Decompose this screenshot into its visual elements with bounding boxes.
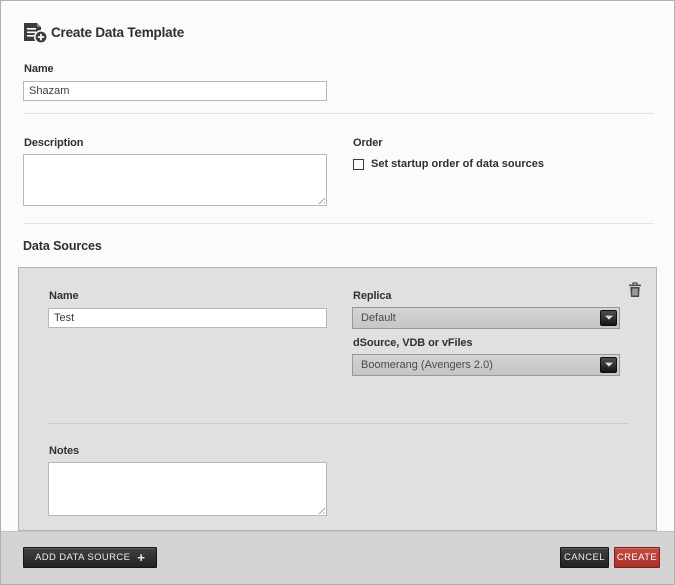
description-textarea-wrap (23, 154, 327, 206)
dsource-dropdown[interactable]: Boomerang (Avengers 2.0) (352, 354, 620, 376)
add-data-source-label: ADD DATA SOURCE (35, 552, 130, 563)
dialog-footer: ADD DATA SOURCE + CANCEL CREATE (1, 531, 674, 585)
divider (48, 423, 629, 424)
add-data-source-button[interactable]: ADD DATA SOURCE + (23, 547, 157, 568)
replica-label: Replica (353, 290, 391, 302)
order-checkbox[interactable] (353, 159, 364, 170)
create-button[interactable]: CREATE (614, 547, 660, 568)
notes-textarea-wrap (48, 462, 327, 516)
replica-selected-value: Default (361, 308, 396, 328)
dsource-label: dSource, VDB or vFiles (353, 337, 472, 349)
replica-dropdown[interactable]: Default (352, 307, 620, 329)
source-name-input[interactable] (48, 308, 327, 328)
divider (23, 223, 654, 224)
chevron-down-icon[interactable] (600, 310, 617, 326)
name-label: Name (24, 63, 54, 75)
description-textarea[interactable] (23, 154, 327, 206)
order-checkbox-row: Set startup order of data sources (353, 158, 544, 170)
order-label: Order (353, 137, 382, 149)
document-add-icon (22, 21, 48, 44)
plus-icon: + (137, 550, 145, 565)
create-data-template-dialog: Create Data Template Name Description Or… (0, 0, 675, 585)
name-input[interactable] (23, 81, 327, 101)
create-label: CREATE (617, 552, 657, 563)
data-source-card: Name Replica Default dSource, VDB or vFi… (18, 267, 657, 531)
notes-label: Notes (49, 445, 79, 457)
data-sources-heading: Data Sources (23, 239, 102, 253)
order-checkbox-label[interactable]: Set startup order of data sources (371, 158, 544, 170)
notes-textarea[interactable] (48, 462, 327, 516)
divider (23, 113, 654, 114)
trash-icon[interactable] (628, 282, 642, 298)
cancel-button[interactable]: CANCEL (560, 547, 609, 568)
dsource-selected-value: Boomerang (Avengers 2.0) (361, 355, 493, 375)
source-name-label: Name (49, 290, 79, 302)
dialog-title: Create Data Template (51, 25, 184, 40)
description-label: Description (24, 137, 83, 149)
cancel-label: CANCEL (564, 552, 605, 563)
chevron-down-icon[interactable] (600, 357, 617, 373)
